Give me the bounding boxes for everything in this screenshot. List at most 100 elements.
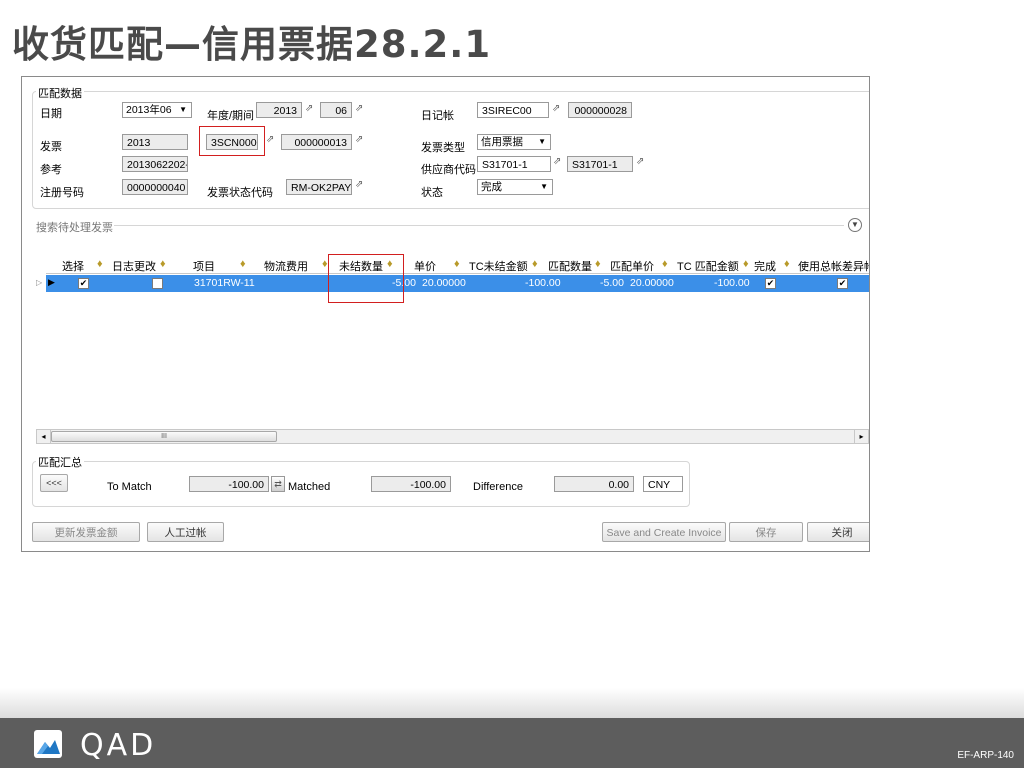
gl-variance-checkbox[interactable]: ✔: [837, 278, 848, 289]
sort-icon: ♦: [784, 258, 790, 270]
sort-icon: ♦: [743, 258, 749, 270]
inv-status-field[interactable]: RM-OK2PAY: [286, 179, 352, 195]
journal-code-field[interactable]: 3SIREC00: [477, 102, 549, 118]
scroll-right-button[interactable]: ▸: [854, 430, 868, 443]
col-tc-match-amount[interactable]: TC 匹配金额: [677, 258, 739, 274]
sort-icon: ♦: [97, 258, 103, 270]
qad-logo-icon: [34, 730, 62, 758]
difference-label: Difference: [473, 481, 523, 493]
save-button[interactable]: 保存: [729, 522, 803, 542]
inv-status-label: 发票状态代码: [207, 187, 273, 199]
close-button[interactable]: 关闭: [807, 522, 869, 542]
col-unit-price[interactable]: 单价: [414, 258, 436, 274]
footer-shade: [0, 688, 1024, 718]
row-indicator-icon: ▷: [36, 278, 43, 287]
sort-icon: ♦: [595, 258, 601, 270]
lookup-icon[interactable]: ⇗: [305, 103, 313, 114]
matched-field[interactable]: -100.00: [371, 476, 451, 492]
reference-label: 参考: [40, 164, 62, 176]
invoice-type-label: 发票类型: [421, 142, 465, 154]
row-tc-match-amount: -100.00: [714, 277, 750, 289]
sort-icon: ♦: [240, 258, 246, 270]
reg-number-label: 注册号码: [40, 187, 84, 199]
invoice-type-select[interactable]: 信用票据 ▼: [477, 134, 551, 150]
to-match-field[interactable]: -100.00: [189, 476, 269, 492]
lookup-icon[interactable]: ⇗: [355, 103, 363, 114]
period-label: 年度/期间: [207, 110, 255, 122]
calculate-icon[interactable]: ⇄: [271, 476, 285, 492]
difference-field[interactable]: 0.00: [554, 476, 634, 492]
lookup-icon[interactable]: ⇗: [553, 156, 561, 167]
invoice-number-field[interactable]: 000000013: [281, 134, 352, 150]
row-unit-price: 20.00000: [422, 277, 466, 289]
log-change-checkbox[interactable]: [152, 278, 163, 289]
sort-icon: ♦: [454, 258, 460, 270]
horizontal-scrollbar[interactable]: ◂ III ▸: [36, 429, 869, 444]
scroll-thumb[interactable]: III: [51, 431, 277, 442]
lookup-icon[interactable]: ⇗: [636, 156, 644, 167]
to-match-label: To Match: [107, 481, 152, 493]
col-logistics[interactable]: 物流费用: [264, 258, 308, 274]
slide-title: 收货匹配—信用票据28.2.1: [12, 23, 492, 66]
manual-override-button[interactable]: 人工过帐: [147, 522, 224, 542]
lookup-icon[interactable]: ⇗: [552, 103, 560, 114]
col-match-price[interactable]: 匹配单价: [610, 258, 654, 274]
year-field[interactable]: 2013: [256, 102, 302, 118]
status-label: 状态: [421, 187, 443, 199]
col-item[interactable]: 项目: [193, 258, 215, 274]
save-and-create-invoice-button[interactable]: Save and Create Invoice: [602, 522, 726, 542]
row-tc-open-amount: -100.00: [525, 277, 561, 289]
journal-number-field[interactable]: 000000028: [568, 102, 632, 118]
date-select[interactable]: 2013年06 ▼: [122, 102, 192, 118]
row-item: 31701RW-11: [194, 277, 255, 289]
lookup-icon[interactable]: ⇗: [266, 134, 274, 145]
scroll-left-button[interactable]: ◂: [37, 430, 51, 443]
expand-icon[interactable]: ▼: [848, 218, 862, 232]
currency-field[interactable]: CNY: [643, 476, 683, 492]
qad-logo-text: QAD: [80, 728, 157, 763]
sort-icon: ♦: [532, 258, 538, 270]
supplier-name-field[interactable]: S31701-1: [567, 156, 633, 172]
date-label: 日期: [40, 108, 62, 120]
search-pending-label[interactable]: 搜索待处理发票: [36, 219, 113, 235]
sort-icon: ♦: [662, 258, 668, 270]
reg-number-field[interactable]: 0000000040: [122, 179, 188, 195]
grid-header-divider: [46, 273, 869, 274]
reference-field[interactable]: 2013062202-1t: [122, 156, 188, 172]
sort-icon: ♦: [160, 258, 166, 270]
col-log-change[interactable]: 日志更改: [112, 258, 156, 274]
slide-code: EF-ARP-140: [957, 750, 1014, 761]
col-select[interactable]: 选择: [62, 258, 84, 274]
match-data-legend: 匹配数据: [36, 85, 84, 101]
status-select[interactable]: 完成 ▼: [477, 179, 553, 195]
update-invoice-amount-button[interactable]: 更新发票金额: [32, 522, 140, 542]
lookup-icon[interactable]: ⇗: [355, 179, 363, 190]
match-summary-legend: 匹配汇总: [36, 454, 84, 470]
open-qty-highlight: [328, 254, 404, 303]
col-tc-open-amount[interactable]: TC未结金额: [469, 258, 528, 274]
col-match-qty[interactable]: 匹配数量: [548, 258, 592, 274]
back-button[interactable]: <<<: [40, 474, 68, 492]
col-complete[interactable]: 完成: [754, 258, 776, 274]
invoice-year-field[interactable]: 2013: [122, 134, 188, 150]
current-row-icon: ▶: [48, 277, 55, 287]
supplier-label: 供应商代码: [421, 164, 476, 176]
select-checkbox[interactable]: ✔: [78, 278, 89, 289]
journal-label: 日记帐: [421, 110, 454, 122]
invoice-code-highlight: [199, 126, 265, 156]
row-match-price: 20.00000: [630, 277, 674, 289]
table-row[interactable]: ▶ ✔ 31701RW-11 -5.00 20.00000 -100.00 -5…: [46, 275, 869, 292]
search-divider: [114, 225, 844, 226]
complete-checkbox[interactable]: ✔: [765, 278, 776, 289]
lookup-icon[interactable]: ⇗: [355, 134, 363, 145]
row-match-qty: -5.00: [600, 277, 624, 289]
match-window: 匹配数据 日期 2013年06 ▼ 年度/期间 2013 ⇗ 06 ⇗ 日记帐 3…: [21, 76, 870, 552]
chevron-down-icon: ▼: [540, 182, 548, 191]
supplier-code-field[interactable]: S31701-1: [477, 156, 551, 172]
matched-label: Matched: [288, 481, 331, 493]
col-use-gl-variance[interactable]: 使用总帐差异帐户: [798, 258, 869, 274]
sort-icon: ♦: [322, 258, 328, 270]
period-field[interactable]: 06: [320, 102, 352, 118]
chevron-down-icon: ▼: [179, 105, 187, 114]
chevron-down-icon: ▼: [538, 137, 546, 146]
